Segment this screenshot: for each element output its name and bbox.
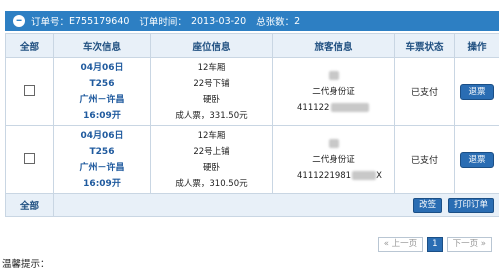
train-route: 广州－许昌 (54, 92, 150, 108)
seat-class: 硬卧 (151, 92, 272, 108)
seat-number: 22号下铺 (151, 76, 272, 92)
order-time: 2013-03-20 (191, 16, 246, 27)
train-info-header: 车次信息 (54, 34, 151, 58)
train-date: 04月06日 (54, 128, 150, 144)
ticket-count-label: 总张数： (256, 14, 294, 28)
seat-number: 22号上铺 (151, 144, 272, 160)
passenger-info-header: 旅客信息 (273, 34, 395, 58)
order-no: E755179640 (69, 16, 129, 27)
seat-fare: 成人票，310.50元 (151, 176, 272, 192)
train-route: 广州－许昌 (54, 160, 150, 176)
row-checkbox[interactable] (24, 153, 35, 164)
seat-info-header: 座位信息 (151, 34, 273, 58)
id-type: 二代身份证 (273, 152, 394, 168)
table-footer-row: 全部 改签 打印订单 (6, 194, 499, 217)
train-number: T256 (54, 76, 150, 92)
train-depart: 16:09开 (54, 176, 150, 192)
train-date: 04月06日 (54, 60, 150, 76)
id-number: 4111221981 (297, 171, 351, 181)
passenger-name-redacted (329, 139, 339, 148)
order-time-label: 订单时间： (139, 14, 187, 28)
ticket-status: 已支付 (395, 58, 455, 126)
table-header-row: 全部 车次信息 座位信息 旅客信息 车票状态 操作 (6, 34, 499, 58)
tips-heading: 温馨提示： (2, 256, 50, 270)
refund-button[interactable]: 退票 (460, 152, 494, 168)
seat-fare: 成人票，331.50元 (151, 108, 272, 124)
ticket-status-header: 车票状态 (395, 34, 455, 58)
id-number-suffix: X (376, 171, 382, 181)
id-number-redacted (352, 171, 376, 180)
refund-button[interactable]: 退票 (460, 84, 494, 100)
table-row: 04月06日 T256 广州－许昌 16:09开 12车厢 22号上铺 硬卧 成… (6, 126, 499, 194)
id-number-redacted (331, 103, 369, 112)
seat-car: 12车厢 (151, 128, 272, 144)
ticket-count: 2 (294, 16, 300, 27)
seat-car: 12车厢 (151, 60, 272, 76)
id-type: 二代身份证 (273, 84, 394, 100)
prev-page-button[interactable]: « 上一页 (378, 237, 423, 252)
table-row: 04月06日 T256 广州－许昌 16:09开 12车厢 22号下铺 硬卧 成… (6, 58, 499, 126)
ticket-status: 已支付 (395, 126, 455, 194)
select-all-header[interactable]: 全部 (6, 34, 54, 58)
id-number: 411122 (297, 103, 329, 113)
current-page[interactable]: 1 (427, 237, 442, 252)
pagination: « 上一页 1 下一页 » (378, 237, 492, 252)
row-checkbox[interactable] (24, 85, 35, 96)
seat-class: 硬卧 (151, 160, 272, 176)
action-header: 操作 (455, 34, 499, 58)
order-no-label: 订单号： (31, 14, 69, 28)
order-table: 全部 车次信息 座位信息 旅客信息 车票状态 操作 04月06日 T256 广州… (5, 33, 499, 217)
next-page-button[interactable]: 下一页 » (447, 237, 492, 252)
train-depart: 16:09开 (54, 108, 150, 124)
order-header: ━ 订单号： E755179640 订单时间： 2013-03-20 总张数： … (5, 11, 499, 31)
select-all-footer[interactable]: 全部 (6, 194, 54, 217)
passenger-name-redacted (329, 71, 339, 80)
minus-circle-icon[interactable]: ━ (13, 15, 25, 27)
train-number: T256 (54, 144, 150, 160)
print-order-button[interactable]: 打印订单 (448, 198, 494, 213)
change-ticket-button[interactable]: 改签 (413, 198, 442, 213)
